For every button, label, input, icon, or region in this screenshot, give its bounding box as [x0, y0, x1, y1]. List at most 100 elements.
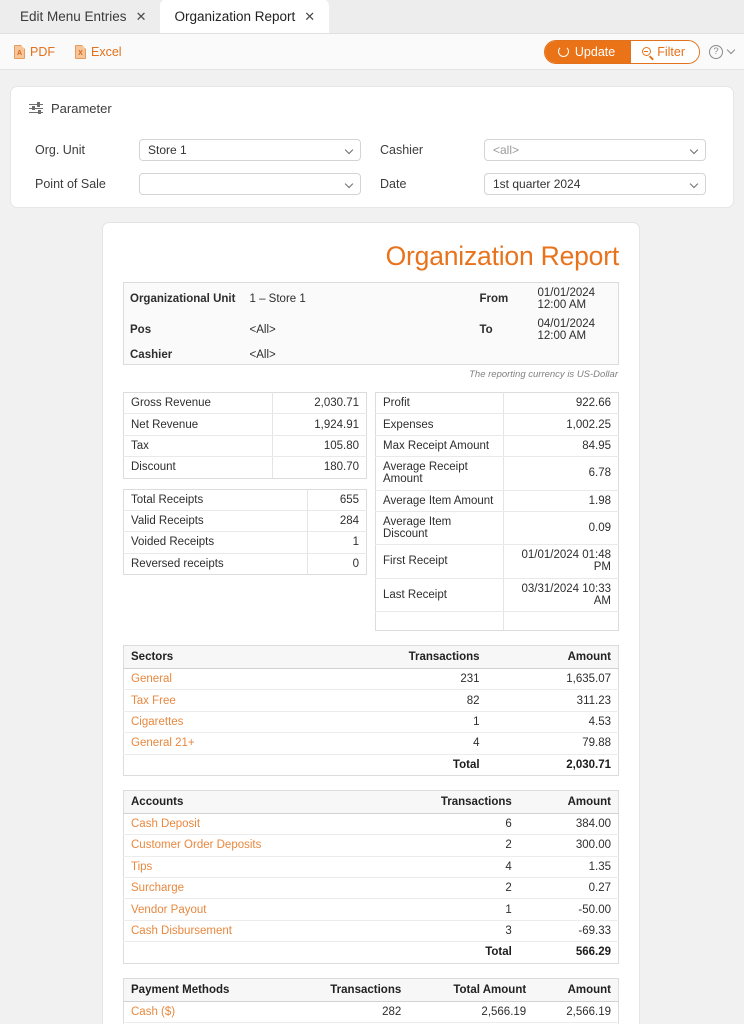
row-value: 2,566.19	[533, 1001, 619, 1023]
tab-organization-report[interactable]: Organization Report ✕	[160, 0, 330, 33]
row-value: 79.88	[486, 732, 619, 755]
row-value: 4	[297, 732, 487, 755]
row-link[interactable]: General 21+	[123, 732, 298, 755]
close-icon[interactable]: ✕	[304, 10, 315, 23]
summary-value: 1,924.91	[272, 413, 367, 436]
refresh-icon	[557, 46, 569, 57]
summary-value: 1	[307, 531, 367, 554]
table-row: Average Item Amount 1.98	[375, 490, 619, 512]
parameter-panel: Parameter Org. Unit Store 1 Cashier <all…	[10, 86, 734, 208]
table-row: General 231 1,635.07	[123, 668, 619, 691]
sectors-table: Sectors Transactions Amount General 231 1,635…	[123, 645, 619, 776]
info-pos-value: <All>	[249, 323, 276, 336]
export-pdf-button[interactable]: A PDF	[14, 44, 55, 59]
app-window: Edit Menu Entries ✕ Organization Report …	[0, 0, 744, 1024]
summary-key: Profit	[375, 392, 504, 415]
row-value: 1	[297, 711, 487, 734]
row-link[interactable]: Tips	[123, 856, 373, 879]
date-label: Date	[380, 177, 407, 191]
currency-note: The reporting currency is US-Dollar	[469, 369, 618, 380]
row-value: 4	[372, 856, 519, 879]
summary-tables: Gross Revenue 2,030.71 Net Revenue 1,924.91…	[123, 392, 619, 631]
info-from-label: From	[479, 292, 509, 305]
info-pos-label: Pos	[130, 323, 152, 336]
chevron-down-icon	[344, 179, 354, 189]
row-link[interactable]: Vendor Payout	[123, 898, 373, 921]
report-sheet: Organization Report Organizational Unit …	[102, 222, 640, 1024]
column-header: Payment Methods	[123, 978, 286, 1002]
table-row: Discount 180.70	[123, 456, 367, 478]
table-row: Expenses 1,002.25	[375, 413, 619, 436]
toolbar-actions: Update Filter ?	[543, 39, 736, 64]
column-header: Sectors	[123, 645, 298, 669]
column-header: Amount	[486, 645, 619, 669]
total-spacer	[124, 754, 298, 775]
info-from-value: 01/01/2024 12:00 AM	[537, 286, 596, 311]
summary-value: 84.95	[503, 435, 619, 458]
row-value: 282	[286, 1001, 409, 1023]
table-row: Pos <All> To 04/01/2024 12:00 AM	[124, 314, 619, 345]
table-row: Reversed receipts 0	[123, 553, 367, 575]
toolbar-export-group: A PDF X Excel	[14, 44, 122, 59]
magnifier-minus-icon	[642, 47, 652, 56]
point-of-sale-select[interactable]	[139, 173, 361, 195]
summary-key: Average Item Discount	[375, 511, 504, 546]
tab-edit-menu-entries[interactable]: Edit Menu Entries ✕	[6, 0, 160, 33]
row-link[interactable]: Cash Deposit	[123, 813, 373, 836]
parameter-row-2: Point of Sale Date 1st quarter 2024	[11, 167, 733, 201]
export-excel-label: Excel	[91, 44, 122, 59]
summary-key: Average Receipt Amount	[375, 456, 504, 491]
toolbar: A PDF X Excel Update Filter ?	[0, 34, 744, 70]
row-link[interactable]: Cash ($)	[123, 1001, 286, 1023]
summary-key	[375, 611, 504, 631]
total-spacer	[124, 942, 373, 963]
summary-key: Tax	[123, 435, 274, 458]
table-row: Vendor Payout 1 -50.00	[123, 898, 619, 921]
row-value: 311.23	[486, 689, 619, 712]
help-menu[interactable]: ?	[709, 44, 736, 59]
summary-key: Last Receipt	[375, 578, 504, 613]
summary-value: 284	[307, 510, 367, 533]
date-select[interactable]: 1st quarter 2024	[484, 173, 706, 195]
row-link[interactable]: General	[123, 668, 298, 691]
info-to-label: To	[479, 323, 493, 336]
row-value: 1,635.07	[486, 668, 619, 691]
summary-value	[503, 612, 618, 631]
summary-value: 6.78	[503, 456, 619, 491]
table-row: Valid Receipts 284	[123, 510, 367, 533]
sliders-icon	[29, 101, 43, 115]
summary-right-column: Profit 922.66 Expenses 1,002.25 Max Receipt …	[375, 392, 619, 631]
update-label: Update	[574, 44, 616, 59]
total-value: 566.29	[575, 946, 611, 959]
parameter-row-1: Org. Unit Store 1 Cashier <all>	[11, 133, 733, 167]
filter-button[interactable]: Filter	[630, 40, 699, 63]
parameter-panel-header: Parameter	[11, 87, 733, 116]
update-button[interactable]: Update	[544, 40, 631, 63]
close-icon[interactable]: ✕	[136, 10, 147, 23]
summary-key: Max Receipt Amount	[375, 435, 504, 458]
export-excel-button[interactable]: X Excel	[75, 44, 122, 59]
table-row: Cash Deposit 6 384.00	[123, 813, 619, 836]
row-value: 1	[372, 898, 519, 921]
table-header-row: Payment Methods Transactions Total Amount A…	[123, 978, 619, 1002]
row-value: 2	[372, 834, 519, 857]
table-total-row: Total 566.29	[124, 942, 619, 963]
table-row: Average Receipt Amount 6.78	[375, 456, 619, 491]
org-unit-select[interactable]: Store 1	[139, 139, 361, 161]
date-value: 1st quarter 2024	[493, 177, 581, 191]
table-row: Tips 4 1.35	[123, 856, 619, 879]
table-row: Max Receipt Amount 84.95	[375, 435, 619, 458]
row-link[interactable]: Tax Free	[123, 689, 298, 712]
table-row: Cigarettes 1 4.53	[123, 711, 619, 734]
row-link[interactable]: Cash Disbursement	[123, 920, 373, 943]
summary-value: 655	[307, 489, 367, 511]
cashier-select[interactable]: <all>	[484, 139, 706, 161]
row-value: 384.00	[518, 813, 619, 836]
summary-value: 180.70	[323, 461, 359, 474]
row-link[interactable]: Cigarettes	[123, 711, 298, 734]
row-value: 3	[372, 920, 519, 943]
summary-key: Net Revenue	[123, 413, 274, 436]
row-link[interactable]: Customer Order Deposits	[123, 834, 373, 857]
row-link[interactable]: Surcharge	[123, 877, 373, 900]
tab-label: Edit Menu Entries	[20, 8, 127, 24]
